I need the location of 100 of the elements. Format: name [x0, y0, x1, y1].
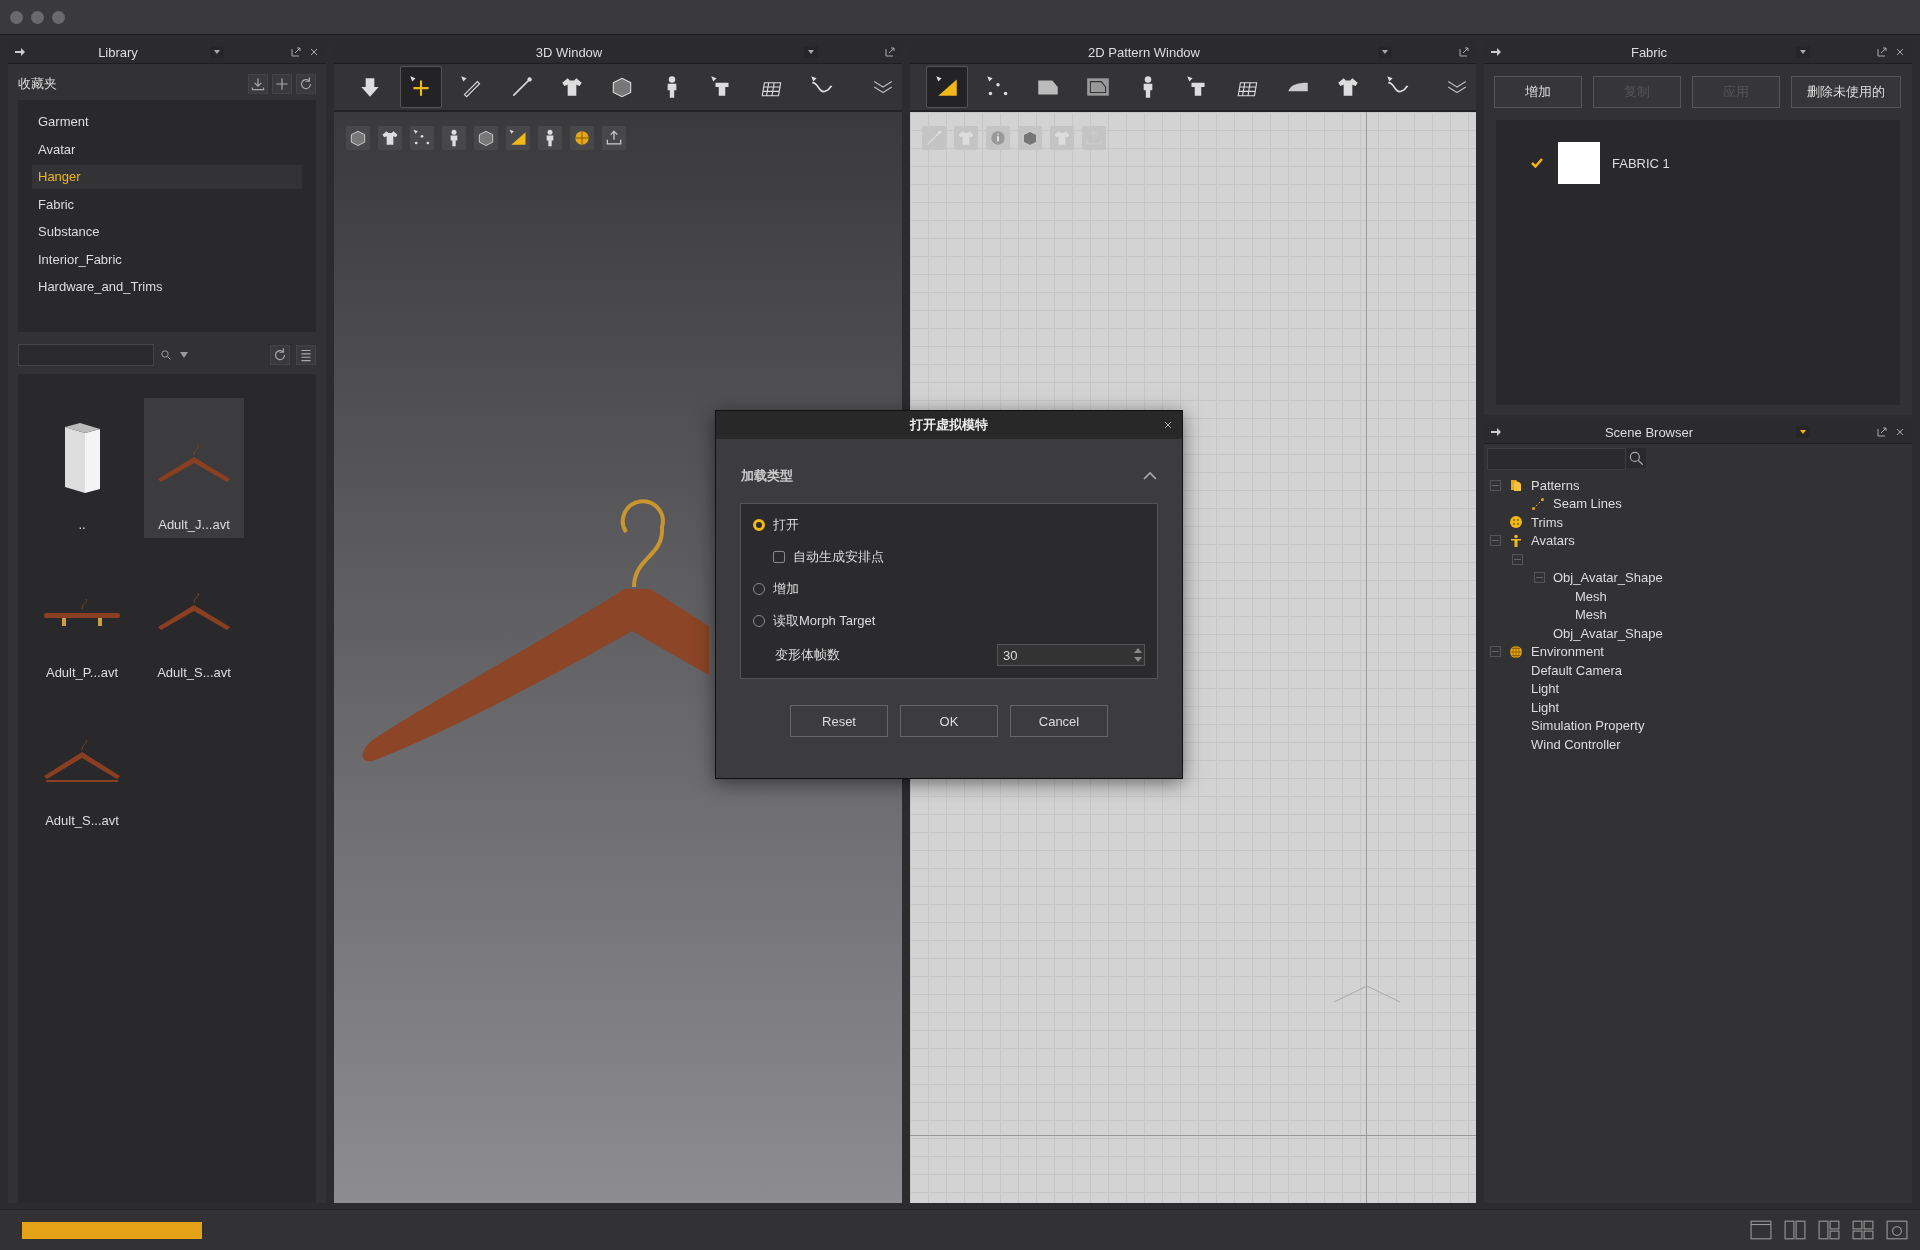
refresh-icon[interactable] — [270, 345, 290, 365]
tree-item[interactable]: Light — [1531, 681, 1560, 697]
favorites-label: 收藏夹 — [18, 75, 58, 93]
panel-title: 2D Pattern Window — [1087, 44, 1201, 60]
radio-option[interactable]: 打开 — [753, 516, 1145, 534]
dropdown-caret-icon[interactable] — [210, 46, 224, 58]
close-icon[interactable] — [1894, 46, 1906, 58]
file-name: Adult_S...avt — [157, 665, 231, 680]
check-icon[interactable] — [1530, 157, 1544, 169]
tree-item[interactable]: Patterns — [1531, 477, 1580, 493]
undock-icon[interactable] — [1458, 46, 1470, 58]
tree-item[interactable]: Seam Lines — [1553, 496, 1622, 512]
tree-item[interactable]: Mesh — [1575, 607, 1607, 623]
pattern-pieces-icon — [1509, 478, 1523, 493]
dropdown-caret-icon[interactable] — [1378, 46, 1392, 58]
tree-item[interactable]: Avatars — [1531, 533, 1575, 549]
triangle-tool-button[interactable] — [926, 66, 968, 108]
checkbox[interactable] — [773, 551, 785, 563]
panel-title: Fabric — [1629, 44, 1669, 60]
file-name: .. — [78, 517, 86, 532]
option-label: 打开 — [773, 516, 799, 534]
tree-item[interactable]: Wind Controller — [1531, 736, 1621, 752]
search-icon[interactable] — [160, 349, 172, 361]
radio-icon[interactable] — [753, 519, 765, 531]
tree-item[interactable]: Trims — [1531, 514, 1563, 530]
dropdown-caret-icon[interactable] — [1796, 426, 1810, 438]
list-view-icon[interactable] — [296, 345, 316, 365]
file-tile[interactable]: Adult_J...avt — [144, 398, 244, 538]
category-item[interactable]: Hanger — [32, 165, 302, 189]
category-item[interactable]: Substance — [32, 220, 302, 244]
file-name: Adult_S...avt — [45, 813, 119, 828]
double-chevron-icon[interactable] — [1446, 79, 1468, 95]
avatar-outline-drawing — [1332, 984, 1402, 1004]
option-label: 增加 — [773, 580, 799, 598]
seam-line-icon — [1531, 496, 1545, 511]
category-item[interactable]: Hardware_and_Trims — [32, 275, 302, 299]
arrow-icon[interactable] — [14, 46, 26, 58]
file-tile[interactable]: Adult_S...avt — [144, 546, 244, 686]
checkbox-label: 自动生成安排点 — [793, 548, 884, 566]
fabric-swatch — [1558, 142, 1600, 184]
arrow-icon[interactable] — [1490, 426, 1502, 438]
close-icon[interactable] — [308, 46, 320, 58]
category-item[interactable]: Avatar — [32, 137, 302, 162]
dialog-title: 打开虚拟模特 — [910, 416, 988, 434]
dropdown-caret-icon[interactable] — [1796, 46, 1810, 58]
file-name: Adult_J...avt — [158, 517, 230, 532]
hanger-icon — [158, 443, 230, 483]
two-column-layout-icon[interactable] — [1784, 1220, 1806, 1240]
number-field[interactable]: 30 — [997, 644, 1145, 666]
category-item[interactable]: Fabric — [32, 192, 302, 217]
radio-option[interactable]: 读取Morph Target — [753, 612, 1145, 630]
panel-title: 3D Window — [534, 44, 604, 60]
hanger-icon — [44, 738, 120, 783]
arrow-icon[interactable] — [1490, 46, 1502, 58]
category-item[interactable]: Interior_Fabric — [32, 247, 302, 272]
fabric-button[interactable]: 删除未使用的 — [1791, 76, 1901, 108]
dialog-button[interactable]: Cancel — [1010, 705, 1108, 737]
three-pane-layout-icon[interactable] — [1818, 1220, 1840, 1240]
download-icon[interactable] — [248, 74, 268, 94]
checkbox-option[interactable]: 自动生成安排点 — [753, 548, 1145, 566]
dropdown-caret-icon[interactable] — [804, 46, 818, 58]
tree-item[interactable]: Default Camera — [1531, 662, 1623, 678]
hanger-icon — [44, 597, 120, 627]
search-field[interactable] — [18, 344, 154, 366]
tree-item[interactable]: Environment — [1531, 644, 1604, 660]
option-label: 读取Morph Target — [773, 612, 876, 630]
file-tile[interactable]: Adult_P...avt — [32, 546, 132, 686]
double-chevron-icon[interactable] — [872, 79, 894, 95]
undock-icon[interactable] — [884, 46, 896, 58]
tree-item[interactable]: Obj_Avatar_Shape — [1553, 625, 1663, 641]
close-icon[interactable] — [1162, 419, 1174, 431]
search-icon[interactable] — [1626, 448, 1646, 468]
file-name: Adult_P...avt — [45, 665, 118, 680]
field-label: 变形体帧数 — [775, 646, 841, 664]
collapse-chevron-icon[interactable] — [1142, 471, 1158, 481]
refresh-icon[interactable] — [296, 74, 316, 94]
four-pane-layout-icon[interactable] — [1852, 1220, 1874, 1240]
undock-icon[interactable] — [290, 46, 302, 58]
radio-option[interactable]: 增加 — [753, 580, 1145, 598]
button-icon — [1509, 515, 1523, 530]
category-item[interactable]: Garment — [32, 110, 302, 134]
plus-icon[interactable] — [272, 74, 292, 94]
tree-item[interactable]: Light — [1531, 699, 1560, 715]
file-tile[interactable]: Adult_S...avt — [32, 694, 132, 834]
undock-icon[interactable] — [1876, 426, 1888, 438]
tree-item[interactable]: Obj_Avatar_Shape — [1553, 570, 1663, 586]
dialog-button[interactable]: Reset — [790, 705, 888, 737]
move-tool-button[interactable] — [400, 66, 442, 108]
person-icon — [1509, 533, 1523, 548]
undock-icon[interactable] — [1876, 46, 1888, 58]
fabric-name: FABRIC 1 — [1612, 155, 1670, 171]
file-tile[interactable]: .. — [32, 398, 132, 538]
tree-item[interactable]: Simulation Property — [1531, 718, 1645, 734]
reset-layout-icon[interactable] — [1886, 1220, 1908, 1240]
fabric-button[interactable]: 增加 — [1494, 76, 1582, 108]
tree-item[interactable]: Mesh — [1575, 588, 1607, 604]
single-layout-icon[interactable] — [1750, 1220, 1772, 1240]
close-icon[interactable] — [1894, 426, 1906, 438]
panel-title: Scene Browser — [1603, 424, 1695, 440]
dialog-button[interactable]: OK — [900, 705, 998, 737]
